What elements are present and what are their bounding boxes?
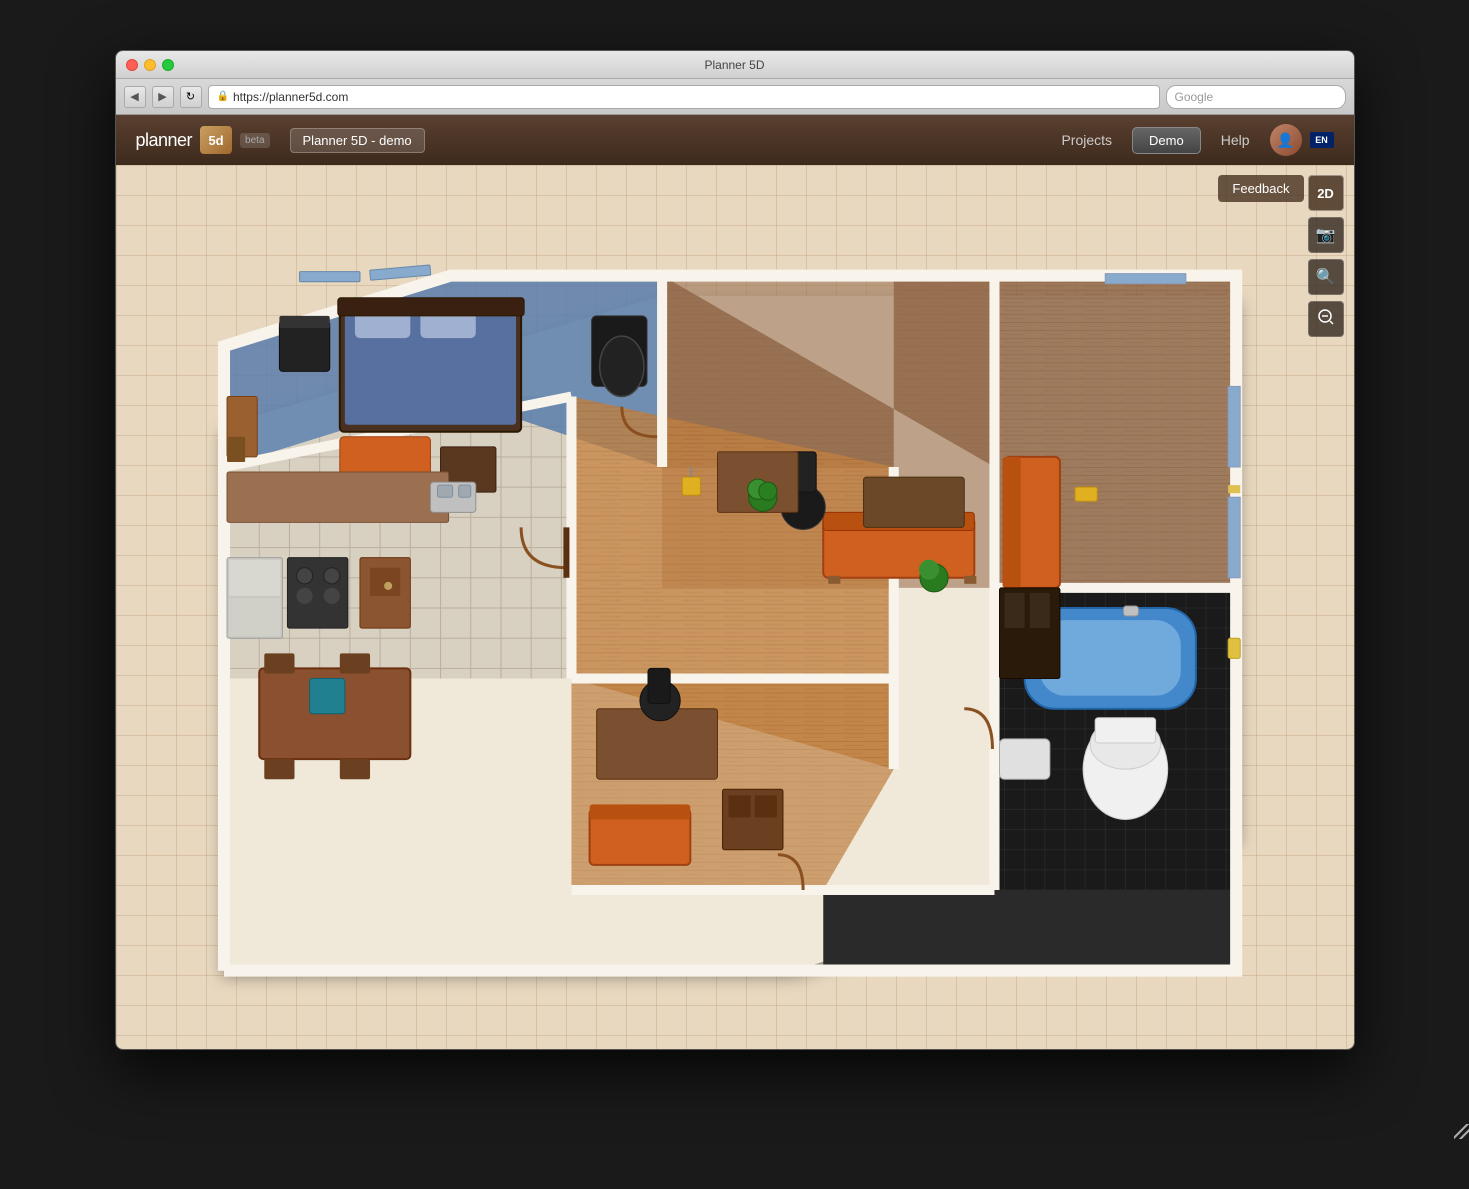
- feedback-button[interactable]: Feedback: [1218, 175, 1303, 202]
- 2d-label: 2D: [1317, 186, 1334, 201]
- logo-area: planner 5d beta: [136, 126, 270, 154]
- url-bar[interactable]: 🔒 https://planner5d.com: [208, 85, 1160, 109]
- language-flag[interactable]: EN: [1310, 132, 1334, 148]
- back-icon: ◀: [130, 90, 138, 103]
- reload-button[interactable]: ↻: [180, 86, 202, 108]
- nav-demo[interactable]: Demo: [1132, 127, 1201, 154]
- browser-bar: ◀ ▶ ↻ 🔒 https://planner5d.com Google: [116, 79, 1354, 115]
- mac-window: Planner 5D ◀ ▶ ↻ 🔒 https://planner5d.com…: [115, 50, 1355, 1050]
- window-title: Planner 5D: [704, 58, 764, 72]
- fullscreen-button[interactable]: [162, 59, 174, 71]
- floorplan-wrapper[interactable]: [136, 185, 1299, 1031]
- zoom-out-icon: [1317, 308, 1335, 331]
- header-nav: Projects Demo Help 👤 EN: [1061, 124, 1333, 156]
- floorplan-svg: [136, 185, 1299, 1031]
- forward-icon: ▶: [158, 90, 166, 103]
- logo-number: 5d: [208, 133, 223, 148]
- title-bar: Planner 5D: [116, 51, 1354, 79]
- app-header: planner 5d beta Planner 5D - demo Projec…: [116, 115, 1354, 165]
- close-button[interactable]: [126, 59, 138, 71]
- nav-help[interactable]: Help: [1221, 132, 1250, 148]
- lock-icon: 🔒: [217, 91, 229, 102]
- avatar-area: 👤 EN: [1270, 124, 1334, 156]
- logo-text: planner: [136, 130, 193, 151]
- avatar[interactable]: 👤: [1270, 124, 1302, 156]
- zoom-in-button[interactable]: 🔍: [1308, 259, 1344, 295]
- canvas-area: Feedback 2D 📷 🔍: [116, 165, 1354, 1050]
- zoom-in-icon: 🔍: [1316, 267, 1336, 287]
- search-bar[interactable]: Google: [1166, 85, 1346, 109]
- reload-icon: ↻: [186, 90, 195, 103]
- back-button[interactable]: ◀: [124, 86, 146, 108]
- traffic-lights: [126, 59, 174, 71]
- minimize-button[interactable]: [144, 59, 156, 71]
- right-toolbar: 2D 📷 🔍: [1308, 175, 1344, 337]
- forward-button[interactable]: ▶: [152, 86, 174, 108]
- beta-tag: beta: [240, 133, 269, 148]
- zoom-out-button[interactable]: [1308, 301, 1344, 337]
- view-2d-button[interactable]: 2D: [1308, 175, 1344, 211]
- nav-projects[interactable]: Projects: [1061, 132, 1112, 148]
- project-name[interactable]: Planner 5D - demo: [290, 128, 425, 153]
- url-text: https://planner5d.com: [233, 90, 348, 104]
- camera-icon: 📷: [1316, 225, 1336, 245]
- logo-box: 5d: [200, 126, 232, 154]
- screenshot-button[interactable]: 📷: [1308, 217, 1344, 253]
- search-label: Google: [1175, 90, 1214, 104]
